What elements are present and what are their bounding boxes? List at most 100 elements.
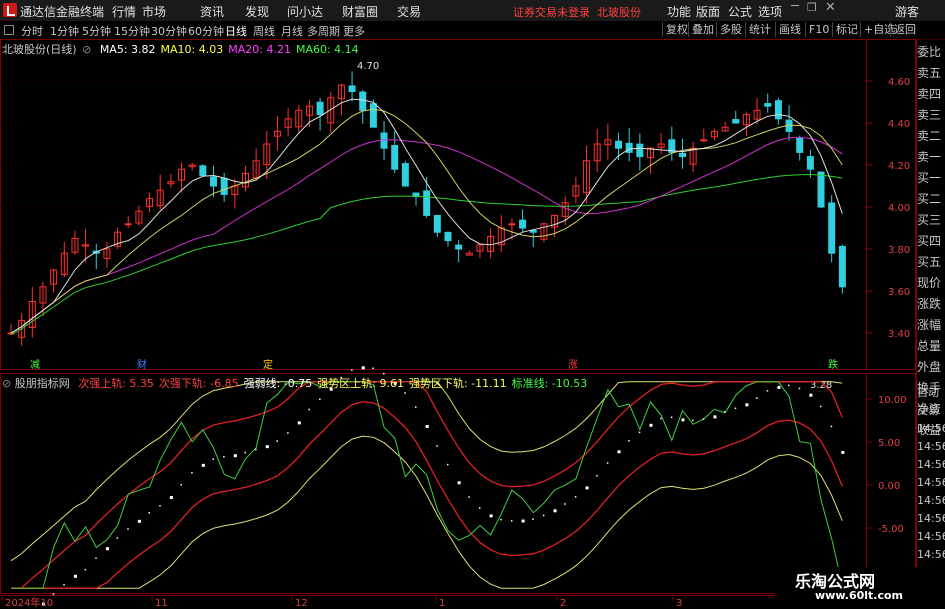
menu-discover[interactable]: 发现 (245, 3, 269, 20)
strength-dot (841, 450, 845, 454)
strength-dot (265, 445, 269, 449)
draw-button[interactable]: 画线 (775, 22, 804, 37)
period-day[interactable]: 日线 (225, 23, 247, 39)
restore-icon[interactable]: ❐ (807, 1, 817, 14)
trade-item[interactable]: 14:56 (917, 438, 945, 456)
stats-button[interactable]: 统计 (745, 22, 774, 37)
candle-body (796, 137, 804, 153)
login-warning[interactable]: 证券交易未登录 北玻股份 (513, 4, 641, 20)
event-marker[interactable]: 跌 (828, 358, 838, 371)
candle-body (369, 103, 377, 128)
price-tick-label: 3.40 (888, 329, 910, 340)
multi-stock-button[interactable]: 多股 (716, 22, 745, 37)
event-marker[interactable]: 定 (263, 358, 273, 371)
menu-market[interactable]: 行情 (112, 3, 136, 20)
period-tick[interactable]: 分时 (21, 23, 43, 39)
collapse-icon[interactable]: ⊘ (82, 43, 91, 56)
trade-item[interactable]: 14:56 (917, 546, 945, 564)
strength-dot (638, 431, 641, 434)
mark-button[interactable]: 标记 (832, 22, 861, 37)
trade-item[interactable]: 自动 (917, 384, 945, 402)
close-icon[interactable]: ✕ (825, 0, 836, 15)
strength-dot (660, 417, 662, 420)
minimize-icon[interactable] (791, 5, 799, 6)
candle-body (615, 140, 623, 149)
event-marker[interactable]: 减 (30, 359, 40, 371)
price-tick-label: 4.40 (888, 119, 910, 130)
trade-item[interactable]: 14:56 (917, 456, 945, 474)
main-chart-header: 北玻股份(日线) ⊘ MA5: 3.82 MA10: 4.03 MA20: 4.21… (2, 41, 359, 57)
trade-item[interactable]: 14:56 (917, 474, 945, 492)
adjust-button[interactable]: 复权 (662, 22, 691, 37)
event-marker[interactable]: 涨 (568, 359, 578, 371)
trade-item[interactable]: 14:56 (917, 510, 945, 528)
menu-formula[interactable]: 公式 (728, 3, 752, 20)
trade-item[interactable]: 交易 (917, 402, 945, 420)
strength-dot (361, 366, 365, 370)
strength-dot (63, 583, 65, 586)
indicator-collapse-icon[interactable]: ⊘ (2, 377, 11, 390)
candle-body (508, 223, 516, 226)
period-5min[interactable]: 5分钟 (82, 23, 111, 39)
strength-dot (233, 454, 237, 458)
menu-wealth[interactable]: 财富圈 (342, 3, 378, 20)
strength-dot (777, 385, 781, 389)
menu-function[interactable]: 功能 (667, 3, 691, 20)
period-week[interactable]: 周线 (253, 23, 275, 39)
candle-body (732, 118, 740, 124)
trade-panel[interactable]: 自动交易14:5614:5614:5614:5614:5614:5614:561… (917, 384, 945, 564)
watermark-url: www.60lt.com (815, 589, 904, 602)
strength-dot (255, 448, 257, 451)
strength-dot (574, 496, 577, 498)
menu-trade[interactable]: 交易 (397, 3, 421, 20)
toolbar-menu-icon[interactable] (4, 25, 14, 35)
trade-item[interactable]: 14:56 (917, 492, 945, 510)
strength-dot (649, 423, 653, 427)
period-month[interactable]: 月线 (281, 23, 303, 39)
strength-dot (457, 481, 461, 485)
trade-item[interactable]: 14:56 (917, 420, 945, 438)
indicator-label: 强势区下轨: -11.11 (408, 377, 507, 390)
candlesticks[interactable]: 4.703.28减财定涨跌 (7, 61, 846, 391)
strength-dot (532, 518, 534, 520)
overlay-button[interactable]: 叠加 (688, 22, 717, 37)
period-15min[interactable]: 15分钟 (114, 23, 150, 39)
user-label[interactable]: 游客 (895, 3, 919, 20)
ma-label: MA20: 4.21 (228, 43, 291, 56)
period-more[interactable]: 更多 (343, 23, 365, 39)
quote-panel[interactable]: 委比 卖五 卖四 卖三 卖二 卖一 买一 买二 买三 买四 买五 现价 涨跌 涨幅 总量 外盘 换手 净资 收益 (917, 42, 945, 441)
period-60min[interactable]: 60分钟 (188, 23, 224, 39)
strength-dot (351, 369, 353, 371)
f10-button[interactable]: F10 (805, 22, 832, 37)
menu-options[interactable]: 选项 (758, 3, 782, 20)
strong-zone-lower-line (11, 435, 843, 589)
strength-dot (489, 514, 493, 518)
trade-item[interactable]: 14:56 (917, 528, 945, 546)
period-toolbar: 分时 1分钟 5分钟 15分钟 30分钟 60分钟 日线 周线 月线 多周期 更… (0, 21, 945, 40)
indicator-name[interactable]: 股朋指标网 (15, 377, 70, 390)
period-1min[interactable]: 1分钟 (50, 23, 79, 39)
strength-dot (478, 507, 481, 509)
price-tick-label: 3.80 (888, 245, 910, 256)
indicator-label: 强弱线: -0.75 (243, 377, 313, 390)
menu-layout[interactable]: 版面 (696, 3, 720, 20)
price-axis: 4.60 4.40 4.20 4.00 3.80 3.60 3.40 (866, 77, 910, 340)
strength-dot (84, 568, 87, 571)
chart-area[interactable]: 4.604.404.204.003.803.603.40 4.703.28减财定… (0, 39, 917, 609)
quote-field-label: 涨幅 (917, 318, 942, 332)
candle-body (423, 190, 431, 216)
strength-dot (159, 505, 161, 507)
event-marker[interactable]: 财 (137, 358, 147, 371)
back-button[interactable]: 返回 (890, 22, 919, 37)
menu-ask[interactable]: 问小达 (287, 3, 323, 20)
candle-body (625, 142, 633, 153)
period-30min[interactable]: 30分钟 (151, 23, 187, 39)
time-tick-label: 2 (560, 598, 566, 609)
menu-news[interactable]: 资讯 (200, 3, 224, 20)
quote-field-label: 卖一 (917, 150, 942, 164)
strength-dot (404, 392, 406, 394)
strength-dot (446, 463, 449, 466)
period-multi[interactable]: 多周期 (307, 23, 340, 39)
strength-dot (692, 419, 694, 422)
menu-markets[interactable]: 市场 (142, 3, 166, 20)
